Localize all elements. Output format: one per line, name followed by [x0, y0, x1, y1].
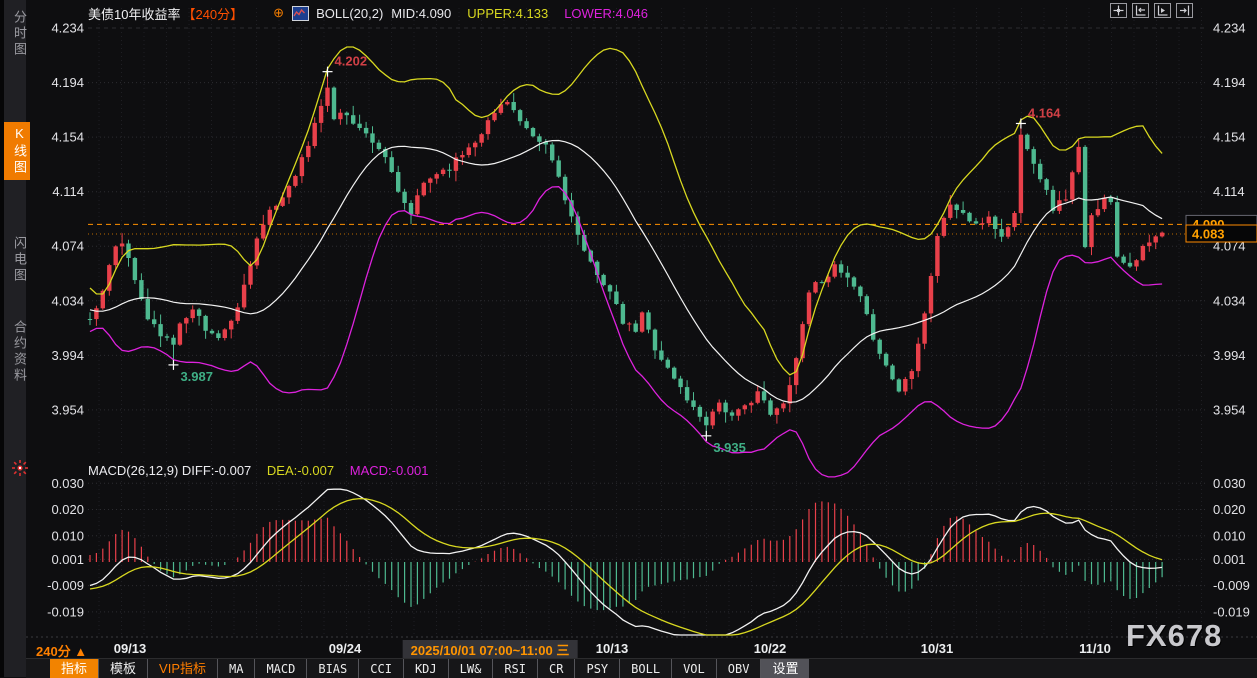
toolbar-item-CCI[interactable]: CCI: [358, 659, 403, 678]
svg-text:0.001: 0.001: [51, 552, 84, 567]
date-tick: 10/13: [596, 641, 629, 656]
date-tick: 11/10: [1079, 641, 1111, 656]
svg-text:4.164: 4.164: [1028, 105, 1061, 120]
macd-diff-value: MACD(26,12,9) DIFF:-0.007: [88, 463, 251, 478]
toolbar-item-KDJ[interactable]: KDJ: [403, 659, 448, 678]
svg-text:3.994: 3.994: [51, 348, 84, 363]
svg-text:-0.019: -0.019: [47, 604, 84, 619]
axis-left-edge-icon[interactable]: [1132, 3, 1149, 18]
indicator-toolbar: 指标模板VIP指标MAMACDBIASCCIKDJLW&RSICRPSYBOLL…: [26, 658, 1257, 678]
toolbar-item-BOLL[interactable]: BOLL: [619, 659, 671, 678]
toolbar-item-MACD[interactable]: MACD: [254, 659, 306, 678]
svg-text:0.020: 0.020: [51, 502, 84, 517]
svg-text:4.034: 4.034: [1213, 293, 1246, 308]
svg-text:4.154: 4.154: [1213, 130, 1246, 145]
svg-text:4.114: 4.114: [52, 184, 84, 199]
chart-canvas[interactable]: 4.234 4.234 4.194 4.194 4.154 4.154 4.114 4.114…: [0, 0, 1257, 677]
boll-indicator-label: BOLL(20,2): [316, 6, 383, 21]
sidebar-tab-contract-info[interactable]: 合约资料: [4, 316, 30, 388]
boll-lower-value: LOWER:4.046: [564, 6, 648, 21]
toolbar-item-VIP指标[interactable]: VIP指标: [147, 659, 217, 678]
svg-text:3.994: 3.994: [1213, 348, 1246, 363]
axis-shift-right-icon[interactable]: [1176, 3, 1193, 18]
svg-text:3.954: 3.954: [51, 402, 84, 417]
svg-text:0.001: 0.001: [1213, 552, 1246, 567]
date-tick: 10/31: [921, 641, 954, 656]
toolbar-item-RSI[interactable]: RSI: [492, 659, 537, 678]
svg-text:4.074: 4.074: [51, 239, 84, 254]
instrument-title: 美债10年收益率: [88, 4, 180, 23]
toolbar-item-MA[interactable]: MA: [217, 659, 254, 678]
toolbar-item-VOL[interactable]: VOL: [671, 659, 716, 678]
red-flash-icon: [11, 459, 29, 477]
svg-text:4.194: 4.194: [1213, 75, 1246, 90]
svg-text:-0.009: -0.009: [1213, 578, 1250, 593]
sidebar-tab-time-chart[interactable]: 分时图: [4, 6, 30, 62]
svg-text:0.030: 0.030: [51, 476, 84, 491]
svg-text:-0.009: -0.009: [47, 578, 84, 593]
date-tick-highlight: 2025/10/01 07:00~11:00 三: [403, 640, 578, 659]
chart-tool-icons: [1110, 3, 1193, 18]
period-tag: 【240分】: [182, 4, 243, 23]
svg-text:0.020: 0.020: [1213, 502, 1246, 517]
toolbar-item-设置[interactable]: 设置: [760, 659, 809, 678]
svg-text:3.954: 3.954: [1213, 402, 1246, 417]
svg-text:0.010: 0.010: [51, 528, 84, 543]
svg-text:0.030: 0.030: [1213, 476, 1246, 491]
toolbar-item-模板[interactable]: 模板: [98, 659, 147, 678]
svg-text:0.010: 0.010: [1213, 528, 1246, 543]
svg-text:4.234: 4.234: [51, 21, 84, 36]
macd-bar-value: MACD:-0.001: [350, 463, 429, 478]
chart-header: 美债10年收益率 【240分】 ⊕ BOLL(20,2) MID:4.090 U…: [88, 4, 648, 22]
sidebar-tab-kline-chart[interactable]: K线图: [4, 122, 30, 180]
svg-text:4.034: 4.034: [51, 293, 84, 308]
toolbar-item-BIAS[interactable]: BIAS: [306, 659, 358, 678]
fx678-watermark: FX678: [1126, 618, 1222, 654]
time-axis: 240分 ▲ 09/1309/242025/10/01 07:00~11:00 …: [0, 639, 1257, 659]
svg-text:4.083: 4.083: [1192, 227, 1225, 242]
svg-text:4.234: 4.234: [1213, 21, 1246, 36]
date-tick: 10/22: [754, 641, 787, 656]
toolbar-item-OBV[interactable]: OBV: [716, 659, 761, 678]
svg-text:4.194: 4.194: [51, 75, 84, 90]
axis-play-icon[interactable]: [1154, 3, 1171, 18]
toolbar-item-指标[interactable]: 指标: [50, 659, 98, 678]
toolbar-item-CR[interactable]: CR: [537, 659, 574, 678]
target-circle-icon[interactable]: ⊕: [273, 5, 284, 21]
boll-mid-value: MID:4.090: [391, 6, 451, 21]
svg-text:4.154: 4.154: [51, 130, 84, 145]
sidebar-tab-flash-chart[interactable]: 闪电图: [4, 232, 30, 288]
mini-line-chart-icon[interactable]: [292, 6, 309, 21]
left-sidebar: 分时图 K线图 闪电图 合约资料: [0, 0, 26, 677]
toolbar-item-LW&[interactable]: LW&: [448, 659, 493, 678]
svg-text:4.114: 4.114: [1213, 184, 1245, 199]
date-tick: 09/24: [329, 641, 362, 656]
pan-crosshair-icon[interactable]: [1110, 3, 1127, 18]
svg-text:4.202: 4.202: [335, 54, 368, 69]
date-tick: 09/13: [114, 641, 147, 656]
toolbar-item-PSY[interactable]: PSY: [574, 659, 619, 678]
svg-text:3.935: 3.935: [713, 440, 746, 455]
boll-upper-value: UPPER:4.133: [467, 6, 548, 21]
svg-text:3.987: 3.987: [180, 369, 213, 384]
macd-dea-value: DEA:-0.007: [267, 463, 334, 478]
macd-header: MACD(26,12,9) DIFF:-0.007 DEA:-0.007 MAC…: [88, 463, 428, 478]
